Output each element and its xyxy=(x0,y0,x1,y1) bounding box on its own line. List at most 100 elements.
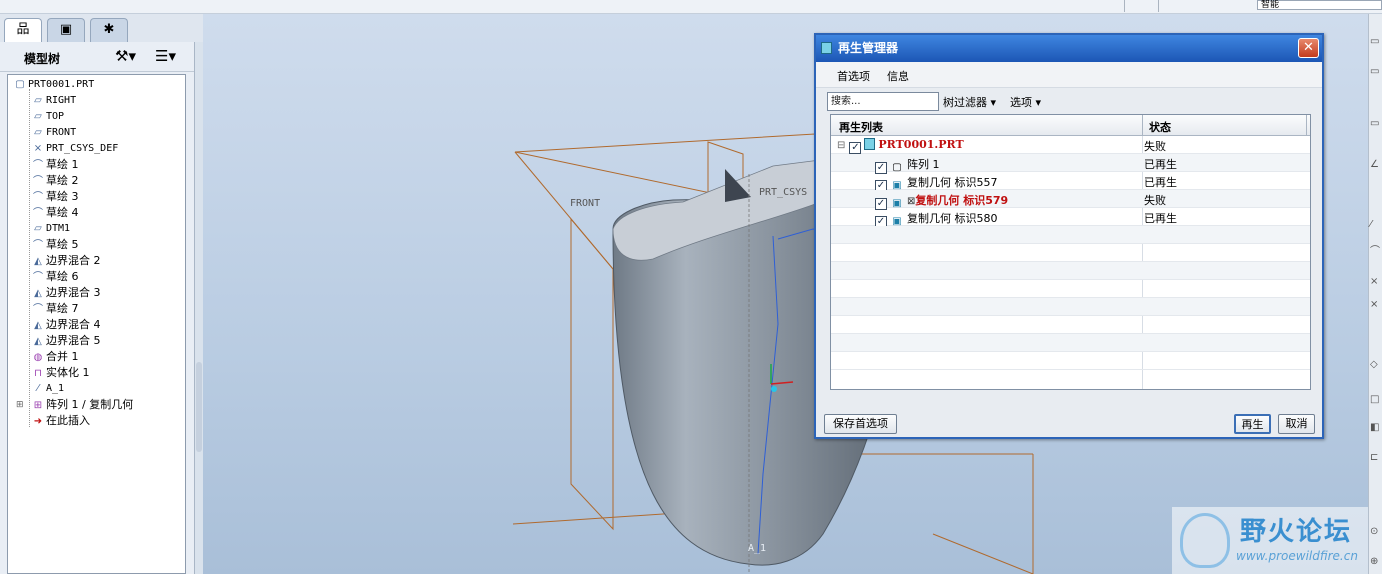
row-status-cell: 失败 xyxy=(1144,194,1166,207)
expand-icon[interactable]: ⊞ xyxy=(16,397,24,413)
tree-item[interactable]: ⌒ 草绘 1 xyxy=(30,157,79,173)
tree-item[interactable]: ▢ PRT0001.PRT xyxy=(12,77,94,93)
tree-item[interactable]: ⁄ A_1 xyxy=(30,381,64,397)
toolbar-icon[interactable]: □ xyxy=(1370,394,1379,405)
tree-item-label: DTM1 xyxy=(46,223,71,234)
sketch-icon: ⌒ xyxy=(33,208,43,219)
toolbar-icon[interactable]: ◧ xyxy=(1370,422,1379,433)
favorites-tab-icon: ✱ xyxy=(103,22,115,37)
toolbar-icon[interactable]: ▭ xyxy=(1370,66,1379,77)
toolbar-icon[interactable]: ▭ xyxy=(1370,36,1379,47)
collapse-icon[interactable]: ⊟ xyxy=(837,140,845,151)
toolbar-separator xyxy=(1124,0,1125,12)
tree-item[interactable]: ➜ 在此插入 xyxy=(30,413,90,429)
toolbar-icon[interactable]: ◇ xyxy=(1370,359,1378,370)
toolbar-icon[interactable]: ⨯ xyxy=(1370,299,1378,310)
regen-checkbox[interactable]: ✓ xyxy=(849,142,862,154)
column-header-regen-list[interactable]: 再生列表 xyxy=(839,119,883,135)
toolbar-icon[interactable]: ⁄ xyxy=(1370,219,1372,230)
tree-item[interactable]: ⌒ 草绘 6 xyxy=(30,269,79,285)
sketch-icon: ⌒ xyxy=(33,192,43,203)
model-tree-list[interactable]: ▢ PRT0001.PRT ▱ RIGHT ▱ TOP ▱ FRONT ⨯ PRT_CSYS_DE… xyxy=(7,74,186,574)
toolbar-icon[interactable]: × xyxy=(1370,276,1378,287)
column-divider[interactable] xyxy=(1306,115,1307,136)
toolbar-icon[interactable]: ⊕ xyxy=(1370,556,1378,567)
close-button[interactable]: ✕ xyxy=(1298,38,1319,58)
table-header: 再生列表 状态 xyxy=(831,115,1310,136)
toolbar-icon[interactable]: ∠ xyxy=(1370,159,1379,170)
datum-plane-icon: ▱ xyxy=(34,95,42,106)
tree-display-icon[interactable]: ☰▾ xyxy=(155,47,176,65)
tree-filter-dropdown[interactable]: 树过滤器 ▾ xyxy=(943,94,996,110)
save-preferences-button[interactable]: 保存首选项 xyxy=(824,414,897,434)
model-tree-tab[interactable]: 品 xyxy=(4,18,42,42)
forum-watermark: 野火论坛 www.proewildfire.cn xyxy=(1172,507,1368,574)
tree-item-label: PRT_CSYS_DEF xyxy=(46,143,119,154)
menu-info[interactable]: 信息 xyxy=(887,68,909,84)
toolbar-icon[interactable]: ▭ xyxy=(1370,118,1379,129)
tree-item[interactable]: ◭ 边界混合 5 xyxy=(30,333,101,349)
row-status-cell: 失败 xyxy=(1144,140,1166,153)
tree-item[interactable]: ⌒ 草绘 4 xyxy=(30,205,79,221)
tree-item-label: 边界混合 2 xyxy=(46,254,101,267)
column-header-status[interactable]: 状态 xyxy=(1149,119,1171,135)
part-icon xyxy=(864,138,876,150)
tree-item[interactable]: ⌒ 草绘 5 xyxy=(30,237,79,253)
table-row[interactable]: ✓ ▣ 复制几何 标识580 已再生 xyxy=(831,208,1310,228)
navigator-tabs: 品 ▣ ✱ xyxy=(0,14,203,42)
row-status-cell: 已再生 xyxy=(1144,158,1177,171)
selection-filter-combo[interactable]: 智能 xyxy=(1257,0,1382,10)
tree-item[interactable]: ⌒ 草绘 2 xyxy=(30,173,79,189)
menu-preferences[interactable]: 首选项 xyxy=(837,68,870,84)
tree-item-label: 边界混合 3 xyxy=(46,286,101,299)
boundary-blend-icon: ◭ xyxy=(34,336,42,347)
chevron-down-icon: ▾ xyxy=(990,96,997,109)
part-icon: ▢ xyxy=(15,79,25,90)
regenerate-button[interactable]: 再生 xyxy=(1234,414,1271,434)
toolbar-icon[interactable]: ⊙ xyxy=(1370,526,1378,537)
tree-settings-icon[interactable]: ⚒▾ xyxy=(115,47,136,65)
tree-item-label: FRONT xyxy=(46,127,77,138)
table-row[interactable]: ⊟ ✓ PRT0001.PRT 失败 xyxy=(831,136,1310,154)
table-row[interactable]: ✓ ▣ 复制几何 标识557 已再生 xyxy=(831,172,1310,192)
tree-item[interactable]: ⨯ PRT_CSYS_DEF xyxy=(30,141,118,157)
tree-item-label: RIGHT xyxy=(46,95,77,106)
tree-item[interactable]: ◭ 边界混合 2 xyxy=(30,253,101,269)
toolbar-icon[interactable]: ⊏ xyxy=(1370,452,1378,463)
tree-item-label: 边界混合 5 xyxy=(46,334,101,347)
tree-item-label: 阵列 1 / 复制几何 xyxy=(46,398,134,411)
column-divider[interactable] xyxy=(1142,115,1143,136)
tree-item[interactable]: ◭ 边界混合 4 xyxy=(30,317,100,333)
empty-table-row xyxy=(831,280,1310,298)
tree-item-label: 草绘 6 xyxy=(46,270,79,283)
table-row[interactable]: ✓ ▢ 阵列 1 已再生 xyxy=(831,154,1310,174)
tree-item[interactable]: ⊞ ⊞ 阵列 1 / 复制几何 xyxy=(16,397,134,413)
tree-item-label: 在此插入 xyxy=(46,414,90,427)
tree-item[interactable]: ▱ TOP xyxy=(30,109,64,125)
row-name-cell: ⊟ ✓ PRT0001.PRT xyxy=(837,138,964,154)
datum-plane-left xyxy=(570,217,614,531)
toolbar-icon[interactable]: ⌒ xyxy=(1370,242,1380,257)
dialog-title: 再生管理器 xyxy=(838,41,899,55)
dialog-title-bar[interactable]: 再生管理器 ✕ xyxy=(816,35,1322,62)
cancel-button[interactable]: 取消 xyxy=(1278,414,1315,434)
tree-item[interactable]: ⌒ 草绘 7 xyxy=(30,301,79,317)
tree-item[interactable]: ▱ RIGHT xyxy=(30,93,76,109)
panel-sash[interactable] xyxy=(195,42,203,574)
search-input[interactable]: 搜索... xyxy=(827,92,939,111)
boundary-blend-icon: ◭ xyxy=(34,288,42,299)
tree-item[interactable]: ⌒ 草绘 3 xyxy=(30,189,79,205)
sash-handle[interactable] xyxy=(196,362,202,452)
favorites-tab[interactable]: ✱ xyxy=(90,18,128,42)
tree-item[interactable]: ◭ 边界混合 3 xyxy=(30,285,101,301)
tree-item[interactable]: ◍ 合并 1 xyxy=(30,349,79,365)
table-row[interactable]: ✓ ▣ ⊠复制几何 标识579 失败 xyxy=(831,190,1310,210)
options-dropdown[interactable]: 选项 ▾ xyxy=(1010,94,1041,110)
regen-list-table[interactable]: 再生列表 状态 ⊟ ✓ PRT0001.PRT 失败 ✓ ▢ 阵列 1 已再生 ✓ ▣ 复制几何 标… xyxy=(830,114,1311,390)
tree-item[interactable]: ⊓ 实体化 1 xyxy=(30,365,89,381)
tree-item[interactable]: ▱ DTM1 xyxy=(30,221,70,237)
tree-item[interactable]: ▱ FRONT xyxy=(30,125,76,141)
row-name-text: 复制几何 标识557 xyxy=(907,176,998,189)
row-status-cell: 已再生 xyxy=(1144,212,1177,225)
folder-browser-tab[interactable]: ▣ xyxy=(47,18,85,42)
